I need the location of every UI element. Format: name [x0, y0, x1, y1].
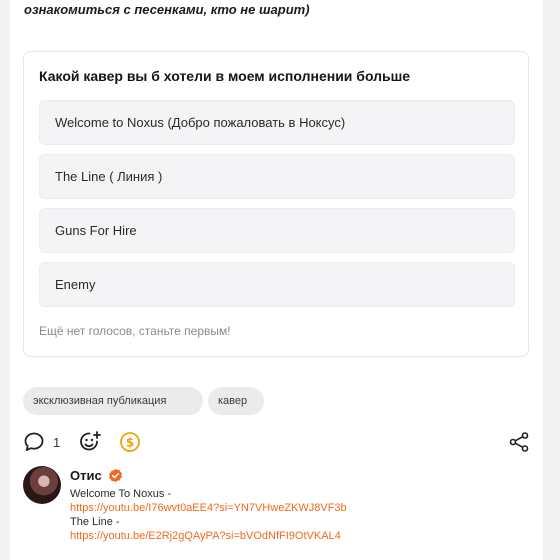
poll-option-label: Welcome to Noxus (Добро пожаловать в Нок… [55, 115, 346, 130]
add-reaction-icon [80, 431, 101, 451]
tag-exclusive[interactable]: эксклюзивная публикация [23, 387, 203, 415]
post-intro-text: ознакомиться с песенками, кто не шарит) [24, 2, 310, 17]
poll-option[interactable]: Guns For Hire [39, 208, 515, 253]
svg-text:$: $ [126, 436, 134, 450]
comment-count: 1 [53, 434, 61, 450]
comment-text: The Line - [70, 516, 120, 528]
poll-option[interactable]: The Line ( Линия ) [39, 154, 515, 199]
poll-option-label: The Line ( Линия ) [55, 169, 163, 184]
poll-option[interactable]: Enemy [39, 262, 515, 307]
comment-text: Welcome To Noxus - [70, 488, 172, 500]
poll-empty-state: Ещё нет голосов, станьте первым! [39, 324, 231, 338]
avatar[interactable] [23, 466, 61, 504]
poll-option[interactable]: Welcome to Noxus (Добро пожаловать в Нок… [39, 100, 515, 145]
comment-author-name: Отис [70, 468, 102, 483]
poll-question: Какой кавер вы б хотели в моем исполнени… [39, 68, 411, 84]
add-reaction-button[interactable] [78, 430, 102, 454]
comment-link[interactable]: https://youtu.be/I76wvt0aEE4?si=YN7VHweZ… [70, 502, 347, 514]
share-icon [509, 432, 529, 452]
comment-button[interactable]: 1 [23, 430, 67, 454]
comment-link[interactable]: https://youtu.be/E2Rj2gQAyPA?si=bVOdNfFI… [70, 530, 341, 542]
comment-icon [24, 432, 44, 451]
comment-author[interactable]: Отис [70, 468, 123, 483]
dollar-coin-icon: $ [120, 432, 140, 452]
poll-option-label: Guns For Hire [55, 223, 137, 238]
poll-option-label: Enemy [55, 277, 96, 292]
share-button[interactable] [508, 430, 530, 454]
verified-badge-icon [108, 468, 122, 483]
tag-cover[interactable]: кавер [208, 387, 264, 415]
donate-button[interactable]: $ [119, 430, 143, 454]
poll: Какой кавер вы б хотели в моем исполнени… [23, 51, 529, 357]
